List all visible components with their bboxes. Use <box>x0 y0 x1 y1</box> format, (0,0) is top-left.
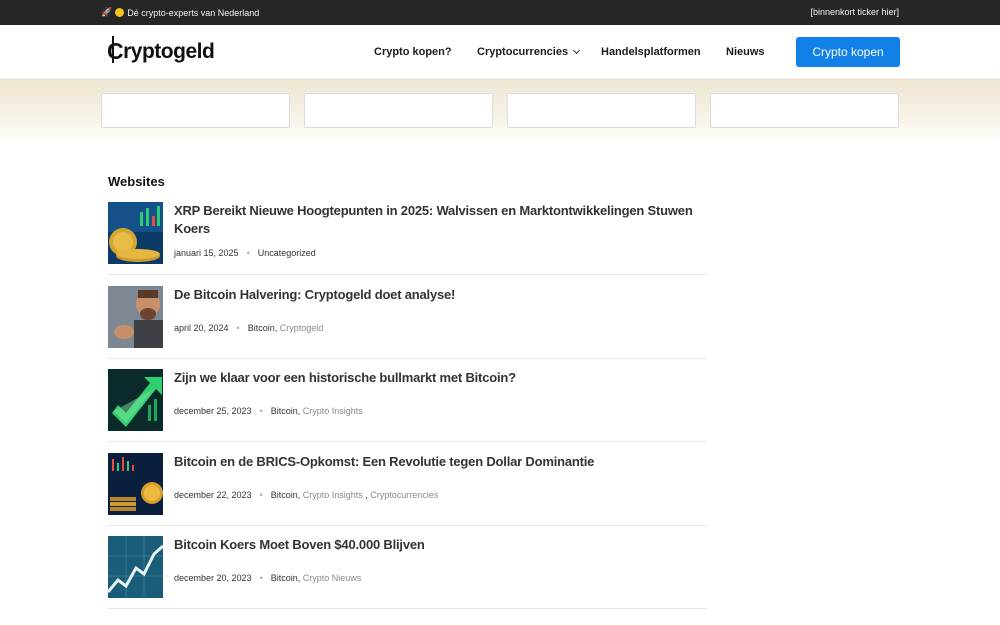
nav-cryptocurrencies-label: Cryptocurrencies <box>477 46 569 58</box>
post-date: december 25, 2023 <box>174 406 252 416</box>
post-thumbnail[interactable] <box>108 619 163 625</box>
chevron-down-icon <box>573 46 581 55</box>
tagline: Dé crypto-experts van Nederland <box>127 7 260 18</box>
nav-crypto-kopen-vraag[interactable]: Crypto kopen? <box>374 46 452 58</box>
post-category[interactable]: Crypto Nieuws <box>303 573 362 583</box>
post-title[interactable]: Bitcoin Koers Moet Boven $40.000 Blijven <box>174 536 704 554</box>
separator-dot: • <box>236 323 240 333</box>
post-category[interactable]: Cryptocurrencies <box>370 490 438 500</box>
post-item: XRP Bereikt Nieuwe Hoogtepunten in 2025:… <box>108 202 707 275</box>
site-logo[interactable]: Cryptogeld <box>107 36 215 65</box>
post-category[interactable]: Bitcoin <box>271 573 298 583</box>
divider <box>108 608 707 609</box>
section-title: Websites <box>108 174 165 189</box>
post-item: Zijn we klaar voor een historische bullm… <box>108 369 707 442</box>
site-header: Cryptogeld Crypto kopen? Cryptocurrencie… <box>0 25 1000 79</box>
separator-dot: • <box>259 490 263 500</box>
nav-nieuws[interactable]: Nieuws <box>726 46 765 58</box>
post-date: december 22, 2023 <box>174 490 252 500</box>
post-item: Bitcoin Koers Moet Boven $40.000 Blijven… <box>108 536 707 609</box>
ticker-placeholder: [binnenkort ticker hier] <box>810 7 899 17</box>
post-title[interactable]: XRP Bereikt Nieuwe Hoogtepunten in 2025:… <box>174 202 704 238</box>
crypto-kopen-button[interactable]: Crypto kopen <box>796 37 900 67</box>
post-date: april 20, 2024 <box>174 323 229 333</box>
nav-cryptocurrencies[interactable]: Cryptocurrencies <box>477 46 581 58</box>
post-category[interactable]: Cryptogeld <box>280 323 324 333</box>
feature-card[interactable] <box>507 93 696 128</box>
post-title[interactable]: De Bitcoin Halvering: Cryptogeld doet an… <box>174 286 704 304</box>
post-item: De Bitcoin Halvering: Cryptogeld doet an… <box>108 286 707 359</box>
post-category[interactable]: Bitcoin <box>248 323 275 333</box>
post-title[interactable]: Bitcoin en de BRICS-Opkomst: Een Revolut… <box>174 453 704 471</box>
post-date: januari 15, 2025 <box>174 248 239 258</box>
feature-card[interactable] <box>101 93 290 128</box>
post-thumbnail[interactable] <box>108 202 163 264</box>
post-date: december 20, 2023 <box>174 573 252 583</box>
post-thumbnail[interactable] <box>108 286 163 348</box>
divider <box>108 441 707 442</box>
post-meta: december 20, 2023 • Bitcoin, Crypto Nieu… <box>174 573 362 583</box>
post-category[interactable]: Crypto Insights <box>303 406 363 416</box>
nav-handelsplatformen[interactable]: Handelsplatformen <box>601 46 701 58</box>
divider <box>108 525 707 526</box>
divider <box>108 358 707 359</box>
post-meta: december 25, 2023 • Bitcoin, Crypto Insi… <box>174 406 363 416</box>
divider <box>108 274 707 275</box>
post-meta: april 20, 2024 • Bitcoin, Cryptogeld <box>174 323 324 333</box>
post-thumbnail[interactable] <box>108 369 163 431</box>
post-category[interactable]: Uncategorized <box>258 248 316 258</box>
rocket-icon: 🚀 <box>101 7 113 17</box>
post-meta: januari 15, 2025 • Uncategorized <box>174 248 316 258</box>
post-category[interactable]: Crypto Insights <box>303 490 363 500</box>
post-item: Bitcoin en de BRICS-Opkomst: Een Revolut… <box>108 453 707 526</box>
separator-dot: • <box>259 406 263 416</box>
separator-dot: • <box>246 248 250 258</box>
feature-card[interactable] <box>710 93 899 128</box>
coin-icon <box>115 8 125 17</box>
top-bar: 🚀 Dé crypto-experts van Nederland [binne… <box>0 0 1000 25</box>
logo-text: ryptogeld <box>123 39 215 63</box>
logo-mark-icon: C <box>107 36 124 64</box>
post-category[interactable]: Bitcoin <box>271 490 298 500</box>
post-thumbnail[interactable] <box>108 536 163 598</box>
top-bar-left: 🚀 Dé crypto-experts van Nederland <box>101 7 259 18</box>
post-meta: december 22, 2023 • Bitcoin, Crypto Insi… <box>174 490 439 500</box>
hero-banner <box>0 79 1000 145</box>
feature-card[interactable] <box>304 93 493 128</box>
post-category[interactable]: Bitcoin <box>271 406 298 416</box>
post-thumbnail[interactable] <box>108 453 163 515</box>
post-title[interactable]: Zijn we klaar voor een historische bullm… <box>174 369 704 387</box>
separator-dot: • <box>259 573 263 583</box>
post-item <box>108 619 707 625</box>
